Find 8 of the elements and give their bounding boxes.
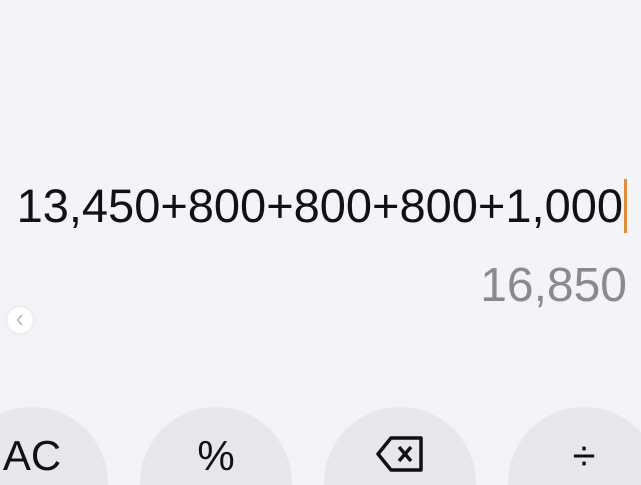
text-cursor: [624, 179, 627, 233]
expression-text: 13,450+800+800+800+1,000: [16, 178, 623, 234]
calculator-key[interactable]: ÷: [508, 407, 641, 485]
result-text: 16,850: [480, 260, 627, 312]
calculator-key[interactable]: %: [140, 407, 292, 485]
chevron-left-icon: [15, 314, 25, 326]
calculator-key[interactable]: AC: [0, 407, 108, 485]
backspace-icon: [375, 435, 425, 473]
